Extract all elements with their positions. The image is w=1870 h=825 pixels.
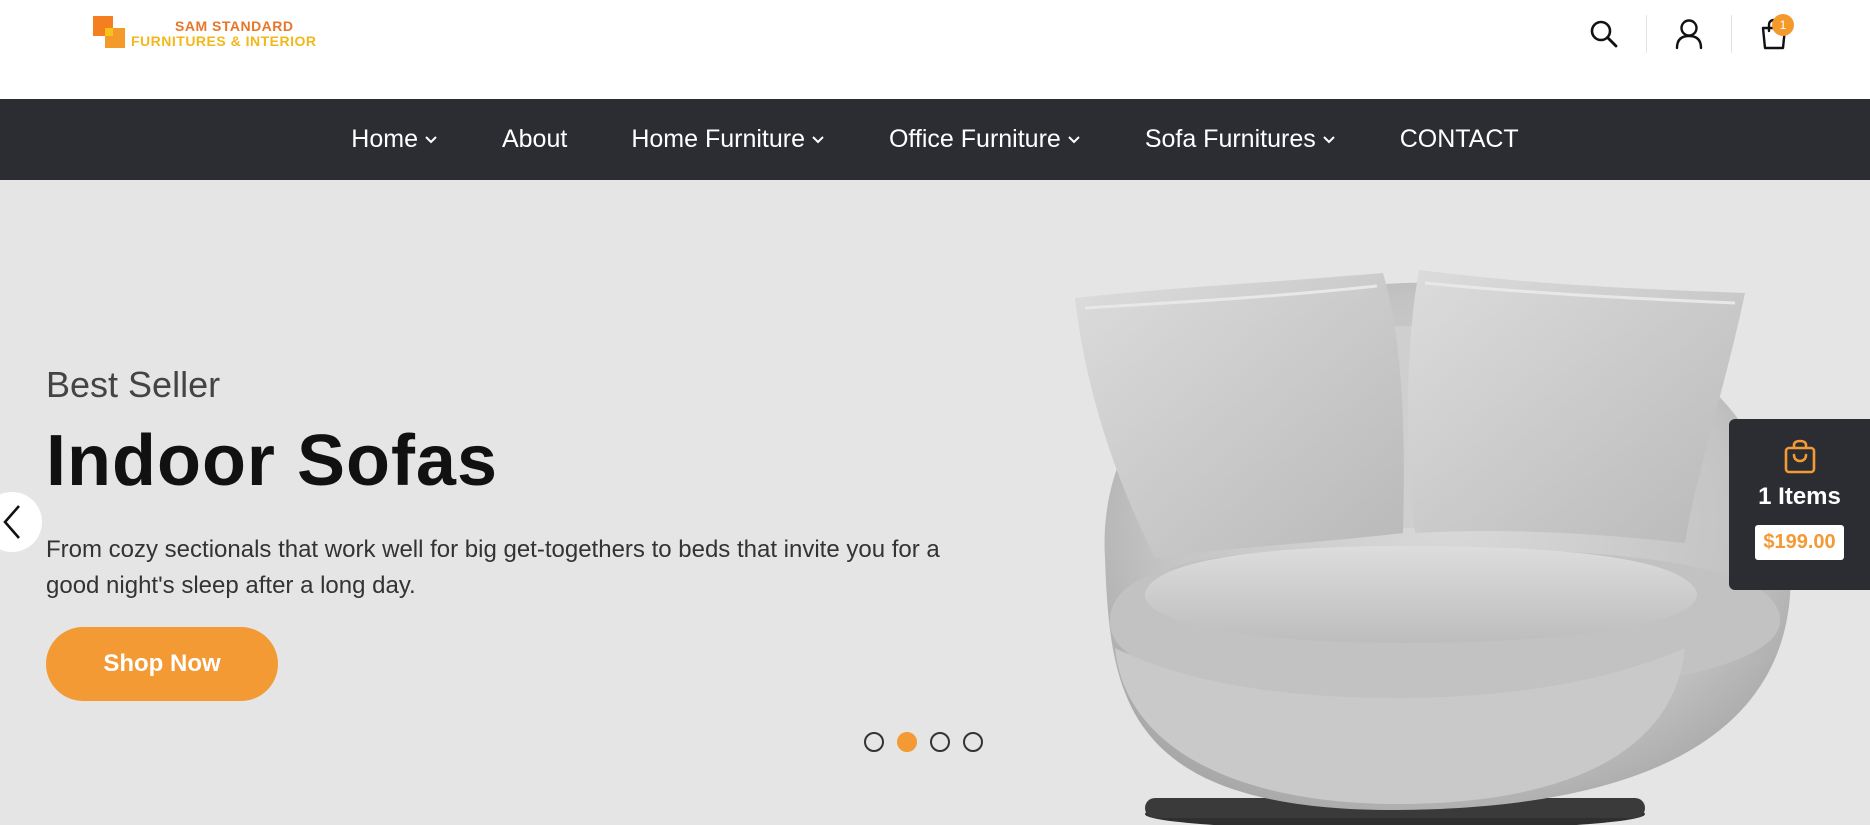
chevron-down-icon xyxy=(811,135,825,145)
nav-item-label: Home Furniture xyxy=(631,125,805,153)
main-navigation: Home About Home Furniture Office Furnitu… xyxy=(0,99,1870,180)
search-icon xyxy=(1590,20,1618,48)
floating-cart-widget[interactable]: 1 Items $199.00 xyxy=(1729,419,1870,590)
logo-mark-icon xyxy=(93,16,127,52)
header-divider xyxy=(1646,15,1647,53)
site-logo[interactable]: SAM STANDARD FURNITURES & INTERIOR xyxy=(93,16,317,52)
hero-slider: Best Seller Indoor Sofas From cozy secti… xyxy=(0,180,1870,825)
nav-item-label: Sofa Furnitures xyxy=(1144,125,1316,153)
slider-prev-button[interactable] xyxy=(0,492,42,552)
chevron-down-icon xyxy=(424,135,438,145)
slider-dot-4[interactable] xyxy=(963,732,983,752)
sofa-chair-image xyxy=(1075,270,1791,825)
nav-item-label: About xyxy=(501,125,568,153)
nav-item-office-furniture[interactable]: Office Furniture xyxy=(889,125,1081,154)
slider-dot-3[interactable] xyxy=(930,732,950,752)
nav-item-label: CONTACT xyxy=(1399,125,1519,153)
chevron-down-icon xyxy=(1067,135,1081,145)
cart-count-badge: 1 xyxy=(1772,14,1794,36)
site-header: SAM STANDARD FURNITURES & INTERIOR 1 xyxy=(0,0,1870,99)
slider-dot-2[interactable] xyxy=(897,732,917,752)
search-button[interactable] xyxy=(1580,14,1628,54)
slider-pagination xyxy=(864,732,996,752)
account-button[interactable] xyxy=(1665,14,1713,54)
nav-item-label: Home xyxy=(351,125,418,153)
nav-item-sofa-furnitures[interactable]: Sofa Furnitures xyxy=(1145,125,1336,154)
nav-item-label: Office Furniture xyxy=(888,125,1061,153)
cart-items-count: 1 Items xyxy=(1758,483,1841,510)
shopping-bag-icon xyxy=(1784,439,1815,474)
logo-line-1: SAM STANDARD xyxy=(175,18,294,34)
user-icon xyxy=(1675,19,1703,50)
hero-subtitle: Best Seller xyxy=(46,364,221,405)
nav-item-contact[interactable]: CONTACT xyxy=(1400,125,1519,154)
chevron-left-icon xyxy=(3,505,20,539)
nav-item-about[interactable]: About xyxy=(502,125,567,154)
nav-item-home-furniture[interactable]: Home Furniture xyxy=(631,125,825,154)
hero-title: Indoor Sofas xyxy=(46,421,499,501)
chevron-down-icon xyxy=(1322,135,1336,145)
nav-item-home[interactable]: Home xyxy=(351,125,438,154)
logo-text: SAM STANDARD FURNITURES & INTERIOR xyxy=(131,19,317,49)
header-actions: 1 xyxy=(1580,14,1798,54)
hero-description: From cozy sectionals that work well for … xyxy=(46,536,940,599)
logo-line-2: FURNITURES & INTERIOR xyxy=(131,33,317,49)
cart-button[interactable]: 1 xyxy=(1750,14,1798,54)
slider-dot-1[interactable] xyxy=(864,732,884,752)
header-divider xyxy=(1731,15,1732,53)
cart-total-price: $199.00 xyxy=(1755,525,1844,560)
shop-now-button[interactable]: Shop Now xyxy=(46,627,278,701)
